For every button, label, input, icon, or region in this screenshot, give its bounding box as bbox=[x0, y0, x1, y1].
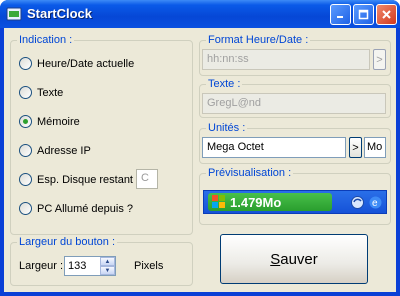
preview-group: Prévisualisation : 1.479Mo e bbox=[199, 167, 391, 225]
radio-button[interactable] bbox=[19, 173, 32, 186]
window-title: StartClock bbox=[27, 6, 93, 21]
radio-button[interactable] bbox=[19, 144, 32, 157]
radio-esp-disque[interactable]: Esp. Disque restant bbox=[19, 173, 133, 186]
svg-text:e: e bbox=[372, 198, 378, 209]
radio-texte[interactable]: Texte bbox=[19, 86, 63, 99]
radio-adresse-ip[interactable]: Adresse IP bbox=[19, 144, 91, 157]
windows-logo-icon bbox=[212, 195, 225, 208]
radio-memoire[interactable]: Mémoire bbox=[19, 115, 80, 128]
ie-icon: e bbox=[369, 196, 382, 209]
preview-value: 1.479Mo bbox=[230, 194, 282, 210]
unites-arrow-button[interactable]: > bbox=[349, 137, 362, 158]
preview-taskbar: 1.479Mo e bbox=[203, 190, 387, 214]
radio-label: Esp. Disque restant bbox=[37, 173, 133, 186]
sync-icon bbox=[351, 196, 364, 209]
button-width-label: Largeur du bouton : bbox=[17, 236, 118, 248]
radio-heure-date[interactable]: Heure/Date actuelle bbox=[19, 57, 134, 70]
radio-label: Texte bbox=[37, 86, 64, 99]
arrow-up-icon: ▲ bbox=[104, 258, 111, 265]
window-client: Indication : Heure/Date actuelle Texte M… bbox=[4, 28, 396, 292]
spin-down-button[interactable]: ▼ bbox=[100, 266, 115, 275]
radio-button-selected[interactable] bbox=[19, 115, 32, 128]
clock-icon bbox=[6, 7, 22, 21]
maximize-icon bbox=[358, 9, 369, 20]
title-bar[interactable]: StartClock bbox=[0, 0, 400, 28]
format-arrow-button[interactable]: > bbox=[373, 49, 386, 70]
radio-label: Heure/Date actuelle bbox=[37, 57, 135, 70]
disk-drive-field[interactable]: C bbox=[136, 169, 158, 189]
save-button[interactable]: Sauver bbox=[220, 234, 368, 284]
radio-label: Adresse IP bbox=[37, 144, 91, 157]
unites-label: Unités : bbox=[206, 122, 248, 134]
radio-pc-allume[interactable]: PC Allumé depuis ? bbox=[19, 202, 133, 215]
indication-group: Indication : Heure/Date actuelle Texte M… bbox=[10, 34, 193, 235]
app-window: StartClock Indication : Heure/Date actue… bbox=[0, 0, 400, 296]
save-label-accel: S bbox=[270, 250, 281, 268]
close-button[interactable] bbox=[376, 4, 397, 25]
radio-label: Mémoire bbox=[37, 115, 80, 128]
radio-button[interactable] bbox=[19, 57, 32, 70]
preview-label: Prévisualisation : bbox=[206, 167, 294, 179]
unit-short-input[interactable]: Mo bbox=[364, 137, 386, 158]
format-input[interactable]: hh:nn:ss bbox=[202, 49, 370, 70]
texte-group: Texte : GregL@nd bbox=[199, 78, 391, 118]
width-spinner[interactable]: 133 ▲ ▼ bbox=[64, 256, 116, 276]
format-label: Format Heure/Date : bbox=[206, 34, 311, 46]
maximize-button[interactable] bbox=[353, 4, 374, 25]
close-icon bbox=[382, 10, 391, 19]
button-width-group: Largeur du bouton : Largeur : 133 ▲ ▼ Pi… bbox=[10, 236, 193, 286]
indication-label: Indication : bbox=[17, 34, 75, 46]
minimize-button[interactable] bbox=[330, 4, 351, 25]
preview-start-button: 1.479Mo bbox=[208, 193, 332, 211]
save-label-rest: auver bbox=[280, 250, 318, 268]
pixels-label: Pixels bbox=[134, 260, 164, 272]
texte-label: Texte : bbox=[206, 78, 243, 90]
radio-label: PC Allumé depuis ? bbox=[37, 202, 133, 215]
largeur-label: Largeur : bbox=[19, 260, 64, 272]
format-group: Format Heure/Date : hh:nn:ss > bbox=[199, 34, 391, 76]
texte-input[interactable]: GregL@nd bbox=[202, 93, 386, 114]
unites-input[interactable]: Mega Octet bbox=[202, 137, 346, 158]
arrow-down-icon: ▼ bbox=[104, 267, 111, 274]
spin-up-button[interactable]: ▲ bbox=[100, 257, 115, 266]
width-value: 133 bbox=[68, 260, 87, 272]
unites-group: Unités : Mega Octet > Mo bbox=[199, 122, 391, 164]
minimize-icon bbox=[337, 16, 343, 18]
radio-button[interactable] bbox=[19, 202, 32, 215]
radio-button[interactable] bbox=[19, 86, 32, 99]
